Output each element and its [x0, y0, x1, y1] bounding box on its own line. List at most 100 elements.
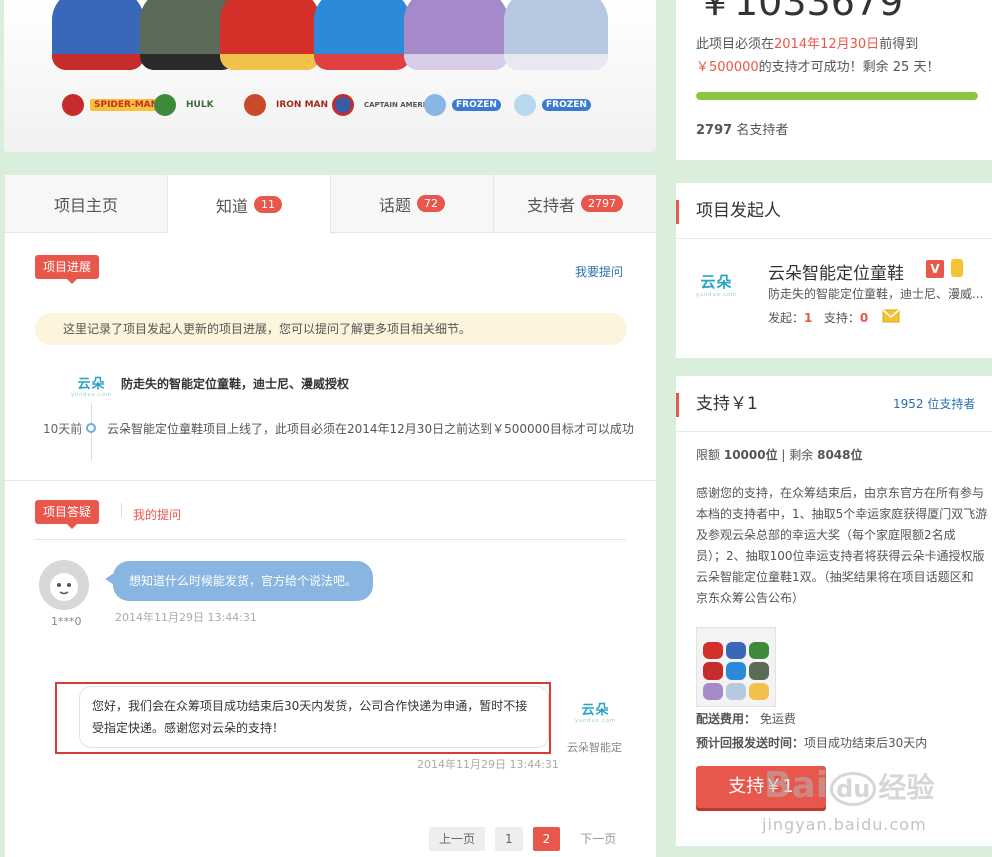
pagination: 上一页 1 2 下一页 [429, 827, 626, 851]
desc-line: 感谢您的支持，在众筹结束后，由京东官方在所有参与 [696, 486, 985, 500]
delivery-value: 项目成功结束后30天内 [804, 736, 928, 750]
answer-highlight-box: 您好，我们会在众筹项目成功结束后30天内发货，公司合作快递为申通，暂时不接 受指… [55, 682, 551, 754]
watermark-bai: Bai [764, 765, 829, 806]
count-badge: 2797 [581, 195, 623, 212]
delivery-label: 预计回报发送时间： [696, 736, 805, 750]
sheep-avatar-icon [39, 560, 89, 610]
desc-line: 京东众筹公告公布） [696, 591, 805, 605]
question-timestamp: 2014年11月29日 13:44:31 [115, 611, 257, 624]
ironman-icon [244, 94, 266, 116]
reward-thumbnail[interactable] [696, 627, 776, 707]
funding-progress-bar [696, 92, 978, 100]
spiderman-icon [62, 94, 84, 116]
logo-mark: 云朵 [700, 273, 733, 291]
reward-limit: 限额 10000位 | 剩余 8048位 [696, 448, 863, 462]
supporters-summary: 2797 名支持者 [696, 119, 788, 138]
shoe-thumb [726, 662, 746, 680]
deadline: 2014年12月30日 [774, 37, 880, 52]
shoe-spiderman [52, 0, 144, 70]
funding-target: ￥500000 [696, 60, 759, 75]
next-page-button[interactable]: 下一页 [570, 827, 626, 851]
yunduo-logo: 云朵 yunduo.com [71, 373, 112, 398]
shoe-thumb [703, 642, 723, 660]
tab-supporters[interactable]: 支持者 2797 [494, 175, 656, 232]
watermark-cn: 经验 [878, 771, 935, 804]
logo-subtext: yunduo.com [696, 292, 737, 298]
funding-rule-line2: ￥500000的支持才可成功！剩余 25 天！ [696, 56, 939, 75]
limit-value: 10000位 [723, 448, 778, 462]
shoe-captain [314, 0, 410, 70]
project-name: 防走失的智能定位童鞋，迪士尼、漫威授权 [121, 377, 350, 391]
brand-frozen-1: FROZEN [424, 94, 501, 116]
anna-icon [424, 94, 446, 116]
shoe-thumb [726, 642, 746, 660]
count-badge: 11 [254, 196, 282, 213]
desc-line: 及参观云朵总部的幸运大奖（每个家庭限额2名成 [696, 528, 956, 542]
initiator-name[interactable]: 云朵智能定位童鞋 [768, 259, 904, 284]
answerer-logo: 云朵 yunduo.com [575, 699, 616, 724]
shoe-thumb [749, 642, 769, 660]
limit-label: 限额 [696, 448, 721, 462]
timeline-dot-icon [86, 423, 96, 433]
progress-notice: 这里记录了项目发起人更新的项目进展，您可以提问了解更多项目相关细节。 [35, 313, 627, 345]
funding-rule-line1: 此项目必须在2014年12月30日前得到 [696, 33, 918, 52]
paw-icon: du [830, 772, 877, 806]
rule-text: 前得到 [879, 37, 919, 52]
desc-line: 员）；2、抽取100位幸运支持者将获得云朵卡通授权版 [696, 549, 985, 563]
delivery-info: 预计回报发送时间：项目成功结束后30天内 [696, 734, 927, 751]
answer-text: 您好，我们会在众筹项目成功结束后30天内发货，公司合作快递为申通，暂时不接 [92, 699, 528, 713]
funding-amount: ￥1033679 [696, 0, 904, 24]
tab-faq[interactable]: 知道 11 [168, 175, 331, 234]
logo-subtext: yunduo.com [71, 392, 112, 398]
shoe-thumb [749, 682, 769, 700]
answer-timestamp: 2014年11月29日 13:44:31 [417, 758, 559, 771]
update-time: 10天前 [43, 422, 83, 436]
answer-bubble: 您好，我们会在众筹项目成功结束后30天内发货，公司合作快递为申通，暂时不接 受指… [79, 686, 549, 748]
tab-label: 项目主页 [53, 195, 118, 215]
initiator-logo[interactable]: 云朵 yunduo.com [696, 271, 737, 298]
tab-label: 话题 [378, 195, 411, 215]
progress-tag: 项目进展 [35, 255, 100, 284]
prev-page-button[interactable]: 上一页 [429, 827, 486, 851]
reward-description: 感谢您的支持，在众筹结束后，由京东官方在所有参与 本档的支持者中，1、抽取5个幸… [696, 483, 987, 609]
mail-icon[interactable] [882, 309, 900, 323]
remain-label: 剩余 [789, 448, 814, 462]
logo-mark: 云朵 [77, 377, 106, 392]
desc-line: 云朵智能定位童鞋1双。（抽奖结果将在项目话题区和 [696, 570, 974, 584]
ask-question-link[interactable]: 我要提问 [575, 263, 623, 280]
initiated-count: 1 [804, 311, 813, 325]
stat-label: 发起： [768, 311, 805, 325]
shield-icon [332, 94, 354, 116]
shipping-value: 免运费 [759, 712, 796, 726]
page-1-button[interactable]: 1 [495, 827, 523, 851]
shoe-frozen-purple [404, 0, 508, 70]
progress-fill [696, 92, 978, 100]
baidu-watermark: Bai du 经验 [764, 765, 934, 806]
project-detail-panel: 项目主页 知道 11 话题 72 支持者 2797 项目进展 我要提问 这里记录了项目… [4, 174, 657, 857]
qa-tag: 项目答疑 [35, 500, 100, 529]
initiator-stats: 发起：1 支持：0 [768, 309, 868, 326]
desc-line: 本档的支持者中，1、抽取5个幸运家庭获得厦门双飞游 [696, 507, 988, 521]
elsa-icon [514, 94, 536, 116]
shoe-thumb [703, 662, 723, 680]
my-questions-link[interactable]: 我的提问 [133, 506, 181, 523]
remain-value: 8048位 [817, 448, 863, 462]
tab-topics[interactable]: 话题 72 [331, 175, 494, 232]
rule-text: 此项目必须在 [696, 37, 775, 52]
shipping-label: 配送费用： [696, 712, 757, 726]
shoe-thumb [726, 682, 746, 700]
rule-text: 的支持才可成功！剩余 25 天！ [758, 60, 940, 75]
supporters-label: 名支持者 [736, 123, 789, 138]
verified-v-icon: V [926, 260, 944, 278]
shoe-frozen-silver [504, 0, 608, 70]
brand-spiderman: SPIDER-MAN [62, 94, 163, 116]
brand-frozen-2: FROZEN [514, 94, 591, 116]
tab-home[interactable]: 项目主页 [5, 175, 168, 232]
initiator-card: 项目发起人 云朵 yunduo.com 云朵智能定位童鞋 V 防走失的智能定位童… [676, 183, 992, 358]
stat-label: 支持： [823, 311, 860, 325]
page-2-button[interactable]: 2 [532, 827, 561, 851]
answer-text: 受指定快递。感谢您对云朵的支持！ [92, 721, 285, 735]
supported-count: 0 [859, 311, 869, 325]
reward-supporters-link[interactable]: 1952 位支持者 [893, 395, 975, 412]
shoe-ironman [220, 0, 320, 70]
